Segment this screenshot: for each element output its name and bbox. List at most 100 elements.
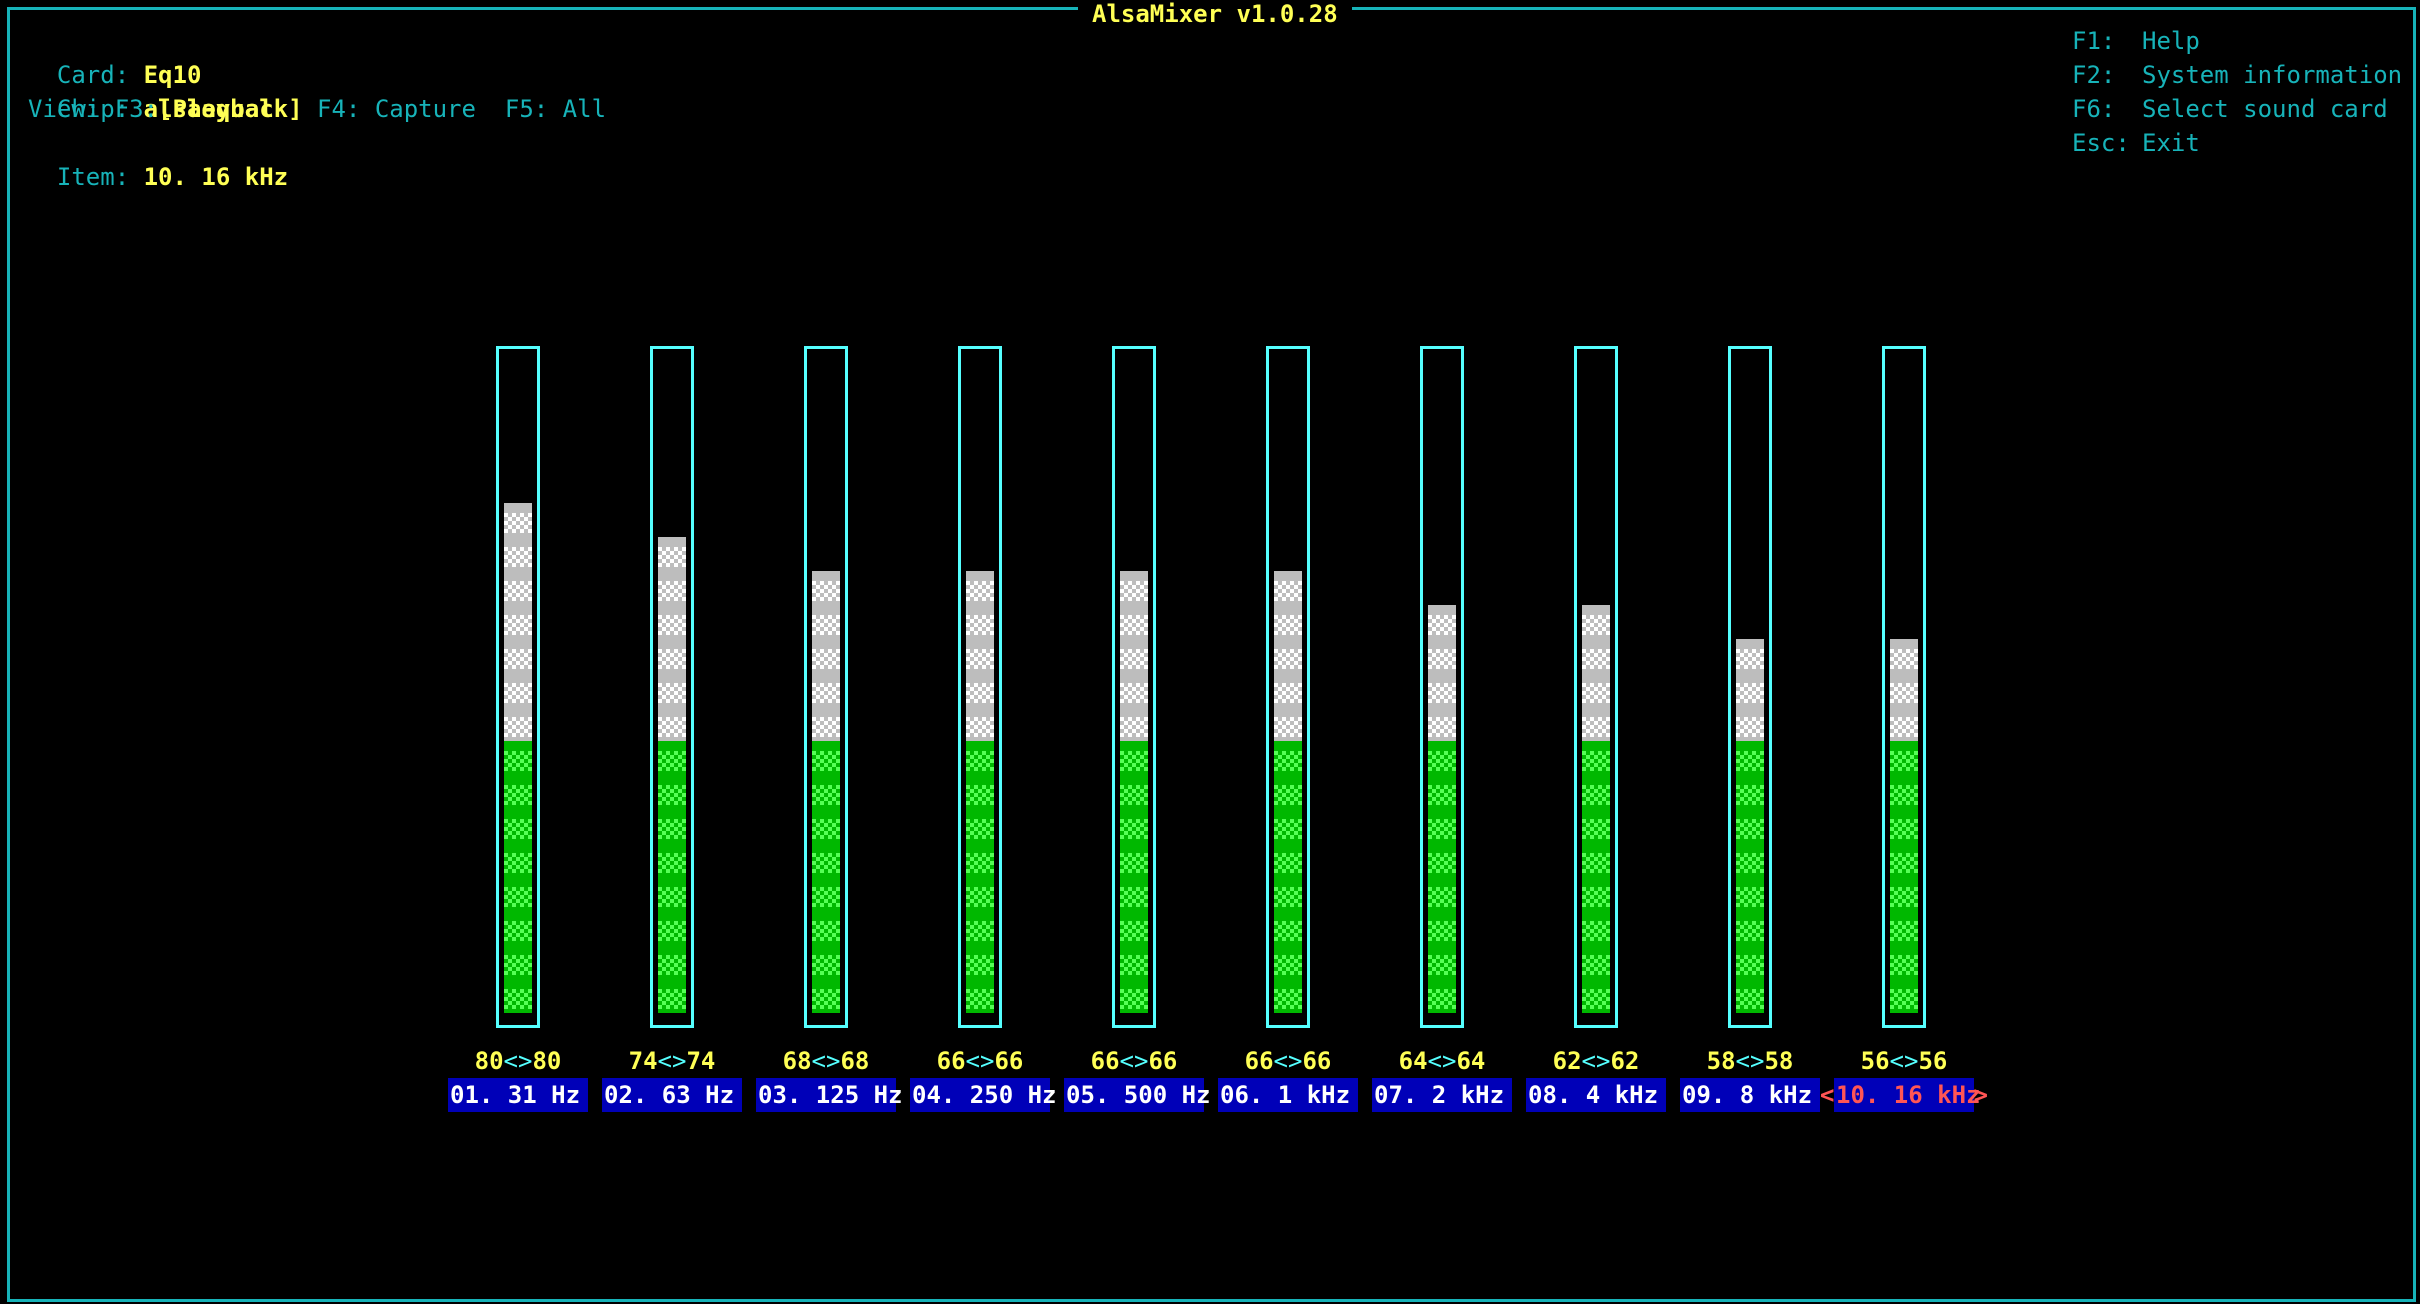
view-all-tab[interactable]: F5: All xyxy=(505,95,606,123)
level-segment xyxy=(812,945,840,979)
volume-slider[interactable] xyxy=(804,346,848,1028)
level-segment xyxy=(1274,945,1302,979)
level-segment-pattern xyxy=(1274,853,1302,873)
channel-label[interactable]: 03. 125 Hz xyxy=(756,1078,903,1112)
level-segment-pattern xyxy=(1120,785,1148,805)
view-label: View: xyxy=(28,95,101,123)
level-segment xyxy=(1428,775,1456,809)
left-value: 66 xyxy=(1090,1047,1120,1075)
volume-slider[interactable] xyxy=(1882,346,1926,1028)
level-segment xyxy=(1120,741,1148,775)
level-segment-pattern xyxy=(658,751,686,771)
channel-label[interactable]: 04. 250 Hz xyxy=(910,1078,1057,1112)
level-segment xyxy=(1274,571,1302,605)
level-segment-pattern xyxy=(1274,921,1302,941)
help-item-help[interactable]: F1: Help xyxy=(2072,24,2200,58)
help-item-select-sound-card[interactable]: F6: Select sound card xyxy=(2072,92,2388,126)
level-segment xyxy=(812,809,840,843)
channel-label[interactable]: 06. 1 kHz xyxy=(1218,1078,1358,1112)
volume-value: 64<>64 xyxy=(1365,1044,1519,1078)
level-segment-pattern xyxy=(966,955,994,975)
level-segment-pattern xyxy=(1274,955,1302,975)
volume-slider[interactable] xyxy=(1266,346,1310,1028)
level-segment-pattern xyxy=(812,649,840,669)
level-segment-pattern xyxy=(658,615,686,635)
level-segment xyxy=(658,775,686,809)
help-key: Esc: xyxy=(2072,129,2130,157)
volume-slider[interactable] xyxy=(1420,346,1464,1028)
left-value: 80 xyxy=(474,1047,504,1075)
level-segment xyxy=(658,911,686,945)
level-segment-pattern xyxy=(504,547,532,567)
help-key: F2: xyxy=(2072,61,2116,89)
level-segment-pattern xyxy=(1274,785,1302,805)
level-segment-pattern xyxy=(966,581,994,601)
level-segment xyxy=(1890,979,1918,1013)
level-segment xyxy=(1582,639,1610,673)
channel-label[interactable]: 07. 2 kHz xyxy=(1372,1078,1512,1112)
level-segment xyxy=(1120,571,1148,605)
level-segment-pattern xyxy=(658,955,686,975)
level-segment-pattern xyxy=(1428,853,1456,873)
volume-slider[interactable] xyxy=(496,346,540,1028)
level-segment-pattern xyxy=(504,921,532,941)
channel-label[interactable]: 09. 8 kHz xyxy=(1680,1078,1820,1112)
level-segment xyxy=(1120,639,1148,673)
level-segment xyxy=(1736,809,1764,843)
level-segment-pattern xyxy=(1120,989,1148,1009)
level-segment xyxy=(966,809,994,843)
level-segment xyxy=(1120,911,1148,945)
level-segment-pattern xyxy=(504,989,532,1009)
level-segment-pattern xyxy=(966,785,994,805)
volume-fill xyxy=(1274,571,1302,1013)
volume-value: 58<>58 xyxy=(1673,1044,1827,1078)
level-segment-pattern xyxy=(812,615,840,635)
level-segment-pattern xyxy=(966,887,994,907)
level-segment-pattern xyxy=(1428,683,1456,703)
volume-slider[interactable] xyxy=(1574,346,1618,1028)
level-segment-pattern xyxy=(1890,853,1918,873)
channel-label[interactable]: 08. 4 kHz xyxy=(1526,1078,1666,1112)
level-segment-pattern xyxy=(1120,819,1148,839)
level-segment xyxy=(1428,639,1456,673)
volume-slider[interactable] xyxy=(958,346,1002,1028)
channel-label[interactable]: 10. 16 kHz < > xyxy=(1820,1078,1988,1112)
view-info: View: F3:[Playback] F4: Capture F5: All xyxy=(28,92,606,126)
view-playback-tab[interactable]: [Playback] xyxy=(158,95,303,123)
help-item-system-information[interactable]: F2: System information xyxy=(2072,58,2402,92)
level-segment xyxy=(504,979,532,1013)
stereo-separator-icon: <> xyxy=(657,1047,687,1075)
level-segment-pattern xyxy=(1428,887,1456,907)
level-segment-pattern xyxy=(1120,955,1148,975)
volume-slider[interactable] xyxy=(1112,346,1156,1028)
level-segment-pattern xyxy=(1736,751,1764,771)
level-segment-pattern xyxy=(1274,819,1302,839)
channel-label[interactable]: 05. 500 Hz xyxy=(1064,1078,1211,1112)
level-segment-pattern xyxy=(504,513,532,533)
level-segment-pattern xyxy=(504,649,532,669)
right-value: 74 xyxy=(686,1047,716,1075)
volume-value: 80<>80 xyxy=(441,1044,595,1078)
level-segment xyxy=(1736,639,1764,673)
level-segment xyxy=(812,571,840,605)
level-segment xyxy=(812,775,840,809)
level-segment-pattern xyxy=(812,683,840,703)
view-capture-tab[interactable]: F4: Capture xyxy=(317,95,476,123)
help-item-exit[interactable]: Esc: Exit xyxy=(2072,126,2200,160)
level-segment xyxy=(1428,809,1456,843)
level-segment xyxy=(966,639,994,673)
stereo-separator-icon: <> xyxy=(1427,1047,1457,1075)
level-segment xyxy=(1736,775,1764,809)
view-f3-key[interactable]: F3: xyxy=(115,95,158,123)
level-segment-pattern xyxy=(1428,717,1456,737)
channel-label[interactable]: 02. 63 Hz xyxy=(602,1078,742,1112)
volume-slider[interactable] xyxy=(650,346,694,1028)
level-segment-pattern xyxy=(658,717,686,737)
channel-label[interactable]: 01. 31 Hz xyxy=(448,1078,588,1112)
volume-fill xyxy=(658,537,686,1013)
level-segment xyxy=(1274,775,1302,809)
level-segment xyxy=(504,707,532,741)
level-segment-pattern xyxy=(1274,581,1302,601)
level-segment xyxy=(1274,707,1302,741)
volume-slider[interactable] xyxy=(1728,346,1772,1028)
